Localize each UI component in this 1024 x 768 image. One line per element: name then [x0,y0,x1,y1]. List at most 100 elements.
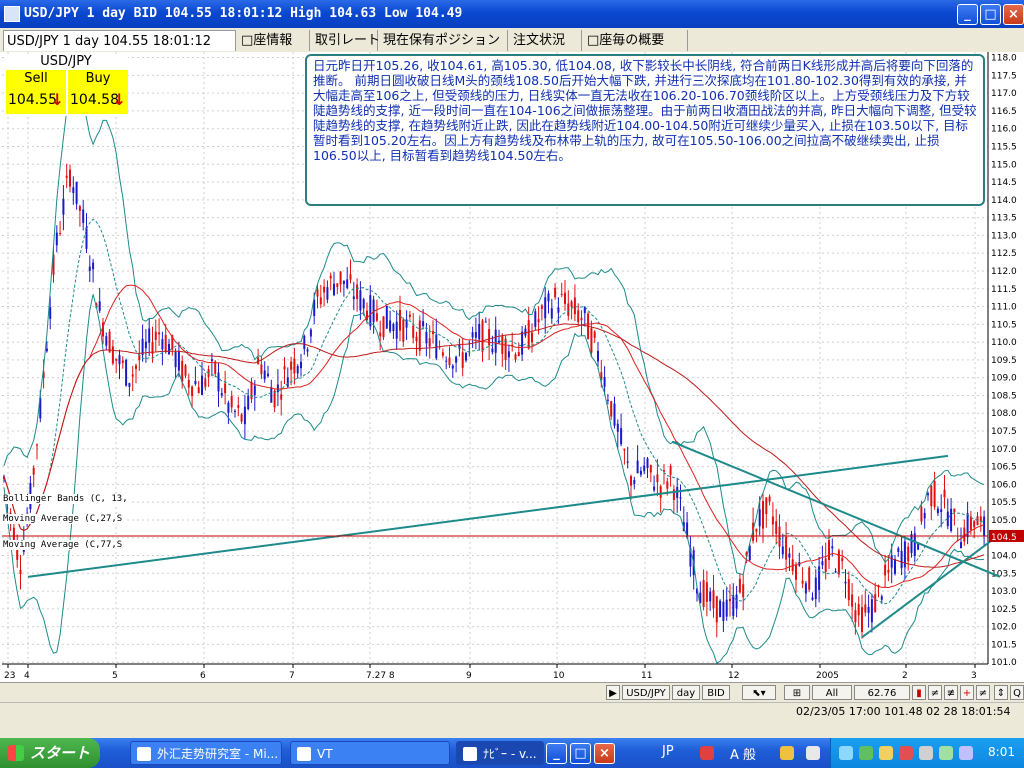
candle-body [834,571,837,573]
y-tick-label: 108.0 [991,409,1017,419]
start-label: スタート [30,744,91,762]
y-tick-label: 102.0 [991,623,1017,633]
tab-account-summary[interactable]: □座毎の概要 [584,30,688,51]
candle-body [646,458,649,468]
candle-body [758,509,761,527]
tab-rates[interactable]: 取引レート [312,30,380,51]
task-vt[interactable]: VT [290,741,450,765]
ime-pad-icon[interactable] [780,746,794,760]
tray-volume-icon[interactable] [919,746,933,760]
y-tick-label: 113.0 [991,231,1017,241]
maximize-button[interactable]: □ [980,4,1001,25]
candle-body [732,595,735,617]
x-tick-label: 4 [24,671,30,681]
task-browser[interactable]: 外汇走势研究室 - Mi... [130,741,282,765]
candle-body [534,311,537,327]
side-button[interactable]: BID [702,685,730,700]
candle-body [775,521,778,534]
zoom-value[interactable]: 62.76 [854,685,910,700]
candle-body [273,390,276,408]
candle-body [636,460,639,474]
candle-body [567,303,570,316]
candle-body [963,527,966,542]
scroll-right-button[interactable]: ▶ [606,685,620,700]
candle-body [329,275,332,279]
scale-tool-icon[interactable]: ⇕ [994,685,1008,700]
candle-body [154,331,157,340]
candle-body [788,553,791,558]
candle-body [831,546,834,549]
tab-account-info[interactable]: □座情報 [238,30,310,51]
sell-box[interactable]: Sell 104.55 ↓ [6,70,66,114]
pair-label: USD/JPY [40,54,92,69]
candle-body [950,508,953,531]
tray-security-icon[interactable] [879,746,893,760]
candle-body [531,332,533,343]
candle-body [933,480,936,507]
task-vt-label: VT [317,747,333,761]
help-icon[interactable] [806,746,820,760]
candle-body [570,301,573,307]
candle-body [742,584,745,598]
candle-body [474,332,477,338]
candle-body [267,373,269,377]
x-tick-label: 7.27 8 [366,671,395,681]
cursor-tool-icon[interactable]: ⬉▾ [742,685,776,700]
candle-body [890,555,893,568]
minimize-button[interactable]: _ [957,4,978,25]
draw-tool-icon[interactable]: ▮ [912,685,926,700]
candle-body [471,332,474,338]
task-close-button[interactable]: × [594,743,615,764]
candle-body [303,335,306,350]
tab-positions[interactable]: 現在保有ポジション [380,30,508,51]
text-tool-icon[interactable]: ≠ [976,685,990,700]
tab-chart[interactable]: USD/JPY 1 day 104.55 18:01:12 [3,30,236,51]
tray-msg-icon[interactable] [959,746,973,760]
candle-body [521,331,524,355]
pair-button[interactable]: USD/JPY [622,685,670,700]
y-tick-label: 111.5 [991,285,1017,295]
close-button[interactable]: × [1003,4,1024,25]
candle-body [204,378,207,387]
tab-bar: USD/JPY 1 day 104.55 18:01:12 □座情報 取引レート… [0,28,1024,53]
candle-body [663,470,665,472]
candle-body [306,349,309,352]
indicator-label-ma27[interactable]: Moving Average (C,27,S [1,514,125,524]
candle-body [293,358,296,374]
indicator-label-bollinger[interactable]: Bollinger Bands (C, 13, [1,494,130,504]
y-tick-label: 102.5 [991,605,1017,615]
y-tick-label: 110.5 [991,320,1017,330]
line-tool-icon[interactable]: ≠ [928,685,942,700]
task-minimize-button[interactable]: _ [546,743,567,764]
candle-body [19,569,22,575]
task-navi[interactable]: ﾅﾋﾞｰ - v... [456,741,544,765]
tray-network-icon[interactable] [859,746,873,760]
ime-mode[interactable]: A 般 [730,744,756,763]
tab-orders[interactable]: 注文状況 [510,30,582,51]
y-tick-label: 111.0 [991,303,1017,313]
start-button[interactable]: スタート [0,738,100,768]
tray-app-icon[interactable] [939,746,953,760]
period-button[interactable]: day [672,685,700,700]
tray-expand-icon[interactable] [839,746,853,760]
ime-language[interactable]: JP [662,744,674,759]
candle-body [177,351,180,371]
tray-antivirus-icon[interactable] [899,746,913,760]
candle-body [861,607,863,632]
search-icon[interactable]: Q [1010,685,1024,700]
buy-box[interactable]: Buy 104.58 ↓ [68,70,128,114]
ime-icon[interactable] [700,746,714,760]
candle-body [346,279,349,289]
candle-body [82,209,85,223]
indicator-label-ma77[interactable]: Moving Average (C,77,S [1,540,125,550]
all-button[interactable]: All [812,685,852,700]
fib-tool-icon[interactable]: ≢ [944,685,958,700]
candle-body [712,590,715,609]
chart-area[interactable]: 118.0 117.5 117.0 116.5 116.0 115.5 115.0 114.5… [0,52,1024,682]
cross-tool-icon[interactable]: + [960,685,974,700]
title-bar: USD/JPY 1 day BID 104.55 18:01:12 High 1… [0,0,1024,28]
candle-body [448,357,451,366]
candle-body [197,387,200,394]
zoom-tool-icon[interactable]: ⊞ [784,685,810,700]
task-restore-button[interactable]: □ [570,743,591,764]
